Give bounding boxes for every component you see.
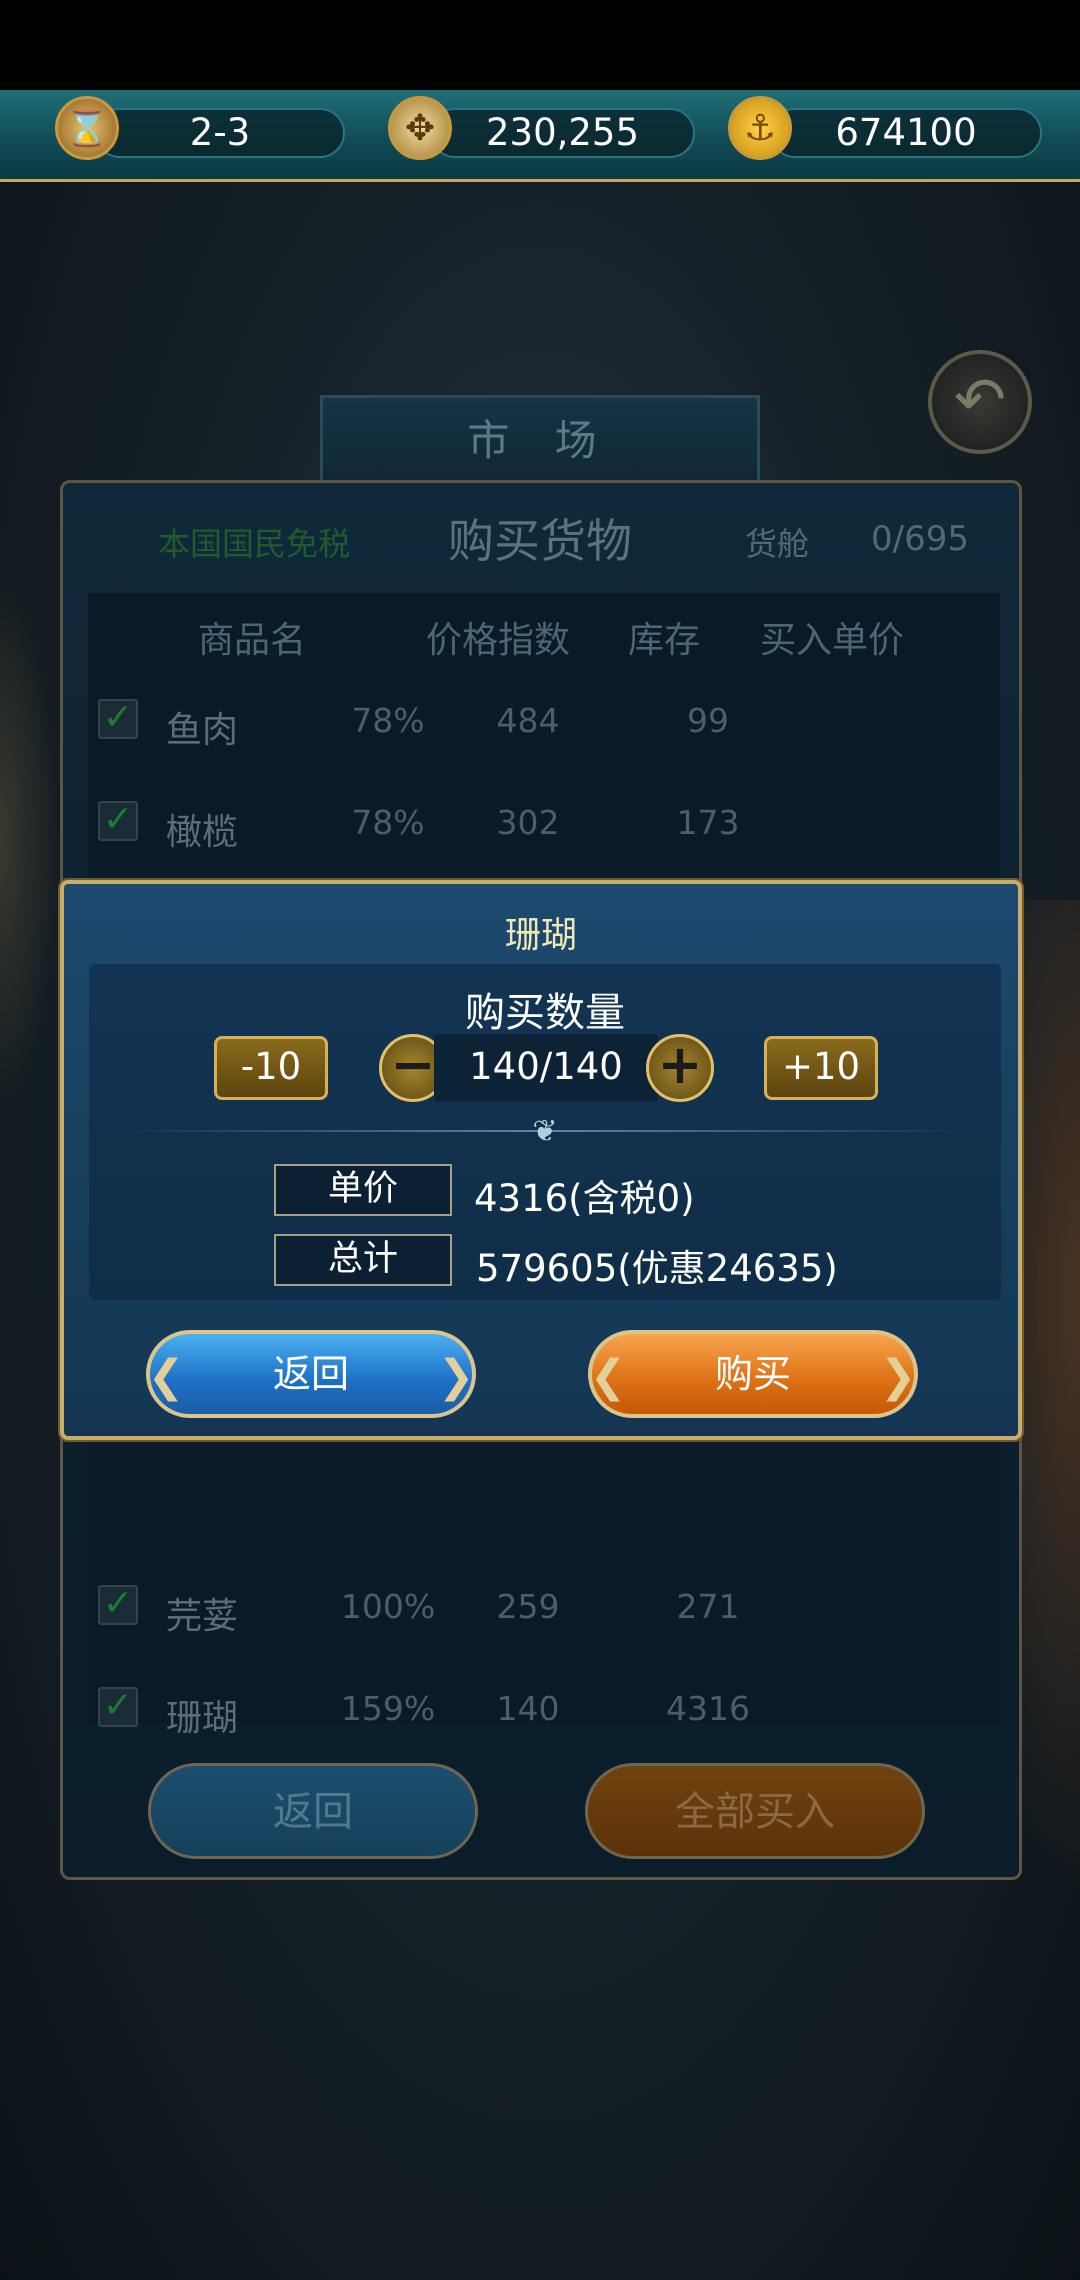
- goods-name: 鱼肉: [166, 710, 239, 751]
- hourglass-icon: ⌛: [55, 96, 119, 160]
- panel-header: 本国国民免税 购买货物 货舱 0/695: [63, 493, 1019, 579]
- row-checkbox[interactable]: ✓: [98, 1687, 138, 1727]
- goods-name: 橄榄: [166, 812, 239, 853]
- stock: 140: [496, 1689, 560, 1728]
- buy-all-button[interactable]: 全部买入: [585, 1763, 925, 1859]
- resource-bar: 2-3 ⌛ 230,255 ✥ 674100 ⚓: [0, 90, 1080, 182]
- row-checkbox[interactable]: ✓: [98, 1585, 138, 1625]
- price-index: 100%: [340, 1587, 436, 1626]
- quantity-dialog: 珊瑚 购买数量 -10 − 140/140 + +10 ❦ 单价 4316(含税…: [60, 880, 1022, 1440]
- wing-right-icon: ❯: [879, 1351, 917, 1402]
- row-checkbox[interactable]: ✓: [98, 699, 138, 739]
- check-icon: ✓: [102, 1685, 134, 1726]
- column-header-price: 买入单价: [760, 620, 905, 661]
- wing-left-icon: ❮: [147, 1351, 185, 1402]
- price-index: 78%: [351, 701, 425, 740]
- total-value: 579605(优惠24635): [476, 1247, 838, 1290]
- goods-name: 珊瑚: [166, 1698, 239, 1739]
- dialog-content: 购买数量 -10 − 140/140 + +10 ❦ 单价 4316(含税0) …: [89, 964, 1001, 1300]
- total-label: 总计: [274, 1234, 452, 1286]
- column-header-stock: 库存: [628, 620, 701, 661]
- quantity-label: 购买数量: [465, 990, 625, 1036]
- buy-all-label: 全部买入: [675, 1789, 835, 1835]
- panel-back-label: 返回: [273, 1789, 353, 1835]
- market-title: 市 场: [320, 395, 760, 490]
- unit-price: 99: [687, 701, 729, 740]
- hold-value: 0/695: [871, 519, 969, 559]
- table-row[interactable]: ✓ 鱼肉 78% 484 99: [88, 673, 1000, 773]
- check-icon: ✓: [102, 1583, 134, 1624]
- date-value: 2-3: [189, 111, 251, 154]
- row-checkbox[interactable]: ✓: [98, 801, 138, 841]
- quantity-value: 140/140: [469, 1045, 623, 1088]
- unit-price: 4316: [666, 1689, 750, 1728]
- unit-price: 271: [676, 1587, 740, 1626]
- date-display: 2-3: [95, 108, 345, 158]
- dialog-back-label: 返回: [272, 1352, 349, 1396]
- table-row[interactable]: ✓ 橄榄 78% 302 173: [88, 775, 1000, 875]
- check-icon: ✓: [102, 697, 134, 738]
- status-bar: [0, 0, 1080, 90]
- panel-title: 购买货物: [448, 514, 632, 568]
- stock: 302: [496, 803, 560, 842]
- buy-label: 购买: [714, 1352, 791, 1396]
- minus-ten-label: -10: [240, 1045, 302, 1088]
- scene-background-left: [0, 560, 60, 1120]
- table-row[interactable]: ✓ 芫荽 100% 259 271: [88, 1559, 1000, 1659]
- column-header-index: 价格指数: [426, 620, 571, 661]
- tax-note: 本国国民免税: [158, 525, 351, 563]
- wing-left-icon: ❮: [589, 1351, 627, 1402]
- column-header-name: 商品名: [198, 620, 307, 661]
- increment-button[interactable]: +: [646, 1034, 714, 1102]
- return-arrow-icon: ↶: [954, 363, 1006, 436]
- gold-resource: 674100: [770, 108, 1042, 158]
- ornament-icon: ❦: [532, 1114, 558, 1149]
- dialog-title: 珊瑚: [504, 915, 577, 956]
- goods-name: 芫荽: [166, 1596, 239, 1637]
- minus-ten-button[interactable]: -10: [214, 1036, 328, 1100]
- panel-back-button[interactable]: 返回: [148, 1763, 478, 1859]
- gold-value: 674100: [835, 111, 977, 154]
- stock: 259: [496, 1587, 560, 1626]
- unit-price: 173: [676, 803, 740, 842]
- hold-label: 货舱: [745, 525, 810, 563]
- check-icon: ✓: [102, 799, 134, 840]
- price-index: 78%: [351, 803, 425, 842]
- compass-resource: 230,255: [430, 108, 695, 158]
- price-index: 159%: [340, 1689, 436, 1728]
- buy-button[interactable]: ❮ 购买 ❯: [588, 1330, 918, 1418]
- compass-value: 230,255: [485, 111, 639, 154]
- table-row[interactable]: ✓ 珊瑚 159% 140 4316: [88, 1661, 1000, 1761]
- quantity-input[interactable]: 140/140: [434, 1034, 658, 1102]
- wing-right-icon: ❯: [437, 1351, 475, 1402]
- compass-icon: ✥: [388, 96, 452, 160]
- plus-ten-button[interactable]: +10: [764, 1036, 878, 1100]
- dialog-back-button[interactable]: ❮ 返回 ❯: [146, 1330, 476, 1418]
- anchor-coin-icon: ⚓: [728, 96, 792, 160]
- plus-ten-label: +10: [781, 1045, 861, 1088]
- plus-icon: +: [657, 1033, 703, 1096]
- minus-icon: −: [390, 1033, 436, 1096]
- market-back-button[interactable]: ↶: [928, 350, 1032, 454]
- stock: 484: [496, 701, 560, 740]
- unit-price-value: 4316(含税0): [474, 1177, 695, 1220]
- unit-price-label: 单价: [274, 1164, 452, 1216]
